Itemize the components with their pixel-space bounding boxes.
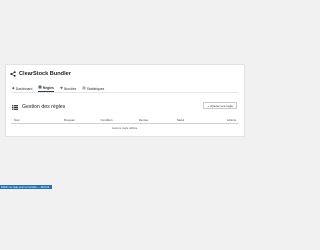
- add-rule-button[interactable]: + Ajouter une règle: [203, 102, 237, 109]
- tab-rules[interactable]: ▤ Règles: [38, 85, 54, 92]
- rules-icon: ▤: [38, 85, 42, 90]
- status-text: Définir une règle pour les bundles — 202…: [1, 185, 50, 189]
- plus-icon: +: [207, 103, 210, 108]
- stats-icon: ▥: [82, 86, 86, 91]
- app-header: ClearStock Bundler: [10, 71, 71, 77]
- app-title: ClearStock Bundler: [19, 71, 71, 77]
- bundles-icon: ❖: [59, 86, 64, 91]
- tab-label: Statistiques: [86, 87, 105, 91]
- section-title: Gestion des règles: [22, 104, 66, 110]
- column-header[interactable]: Condition: [88, 118, 125, 122]
- tab-divider: [12, 92, 238, 93]
- status-bar: Définir une règle pour les bundles — 202…: [0, 185, 52, 189]
- column-header[interactable]: Bouquet: [51, 118, 88, 122]
- tab-label: Bundles: [64, 87, 77, 91]
- column-header[interactable]: Statut: [162, 118, 199, 122]
- section-header: Gestion des règles: [12, 104, 65, 110]
- share-icon: [10, 71, 16, 77]
- tab-label: Règles: [42, 86, 54, 90]
- tab-label: Dashboard: [15, 87, 33, 91]
- main-panel: ClearStock Bundler ◈ Dashboard ▤ Règles …: [5, 64, 245, 137]
- column-header[interactable]: Nom: [14, 118, 51, 122]
- table-header: Nom Bouquet Condition Remise Statut Acti…: [11, 117, 239, 124]
- tab-bar: ◈ Dashboard ▤ Règles ❖ Bundles ▥ Statist…: [12, 84, 104, 92]
- column-header[interactable]: Actions: [199, 118, 236, 122]
- add-rule-label: Ajouter une règle: [210, 103, 233, 108]
- dashboard-icon: ◈: [12, 86, 15, 91]
- rules-table: Nom Bouquet Condition Remise Statut Acti…: [11, 117, 239, 130]
- list-icon: [12, 104, 18, 110]
- empty-table-message: Aucune règle définie.: [111, 125, 139, 130]
- column-header[interactable]: Remise: [125, 118, 162, 122]
